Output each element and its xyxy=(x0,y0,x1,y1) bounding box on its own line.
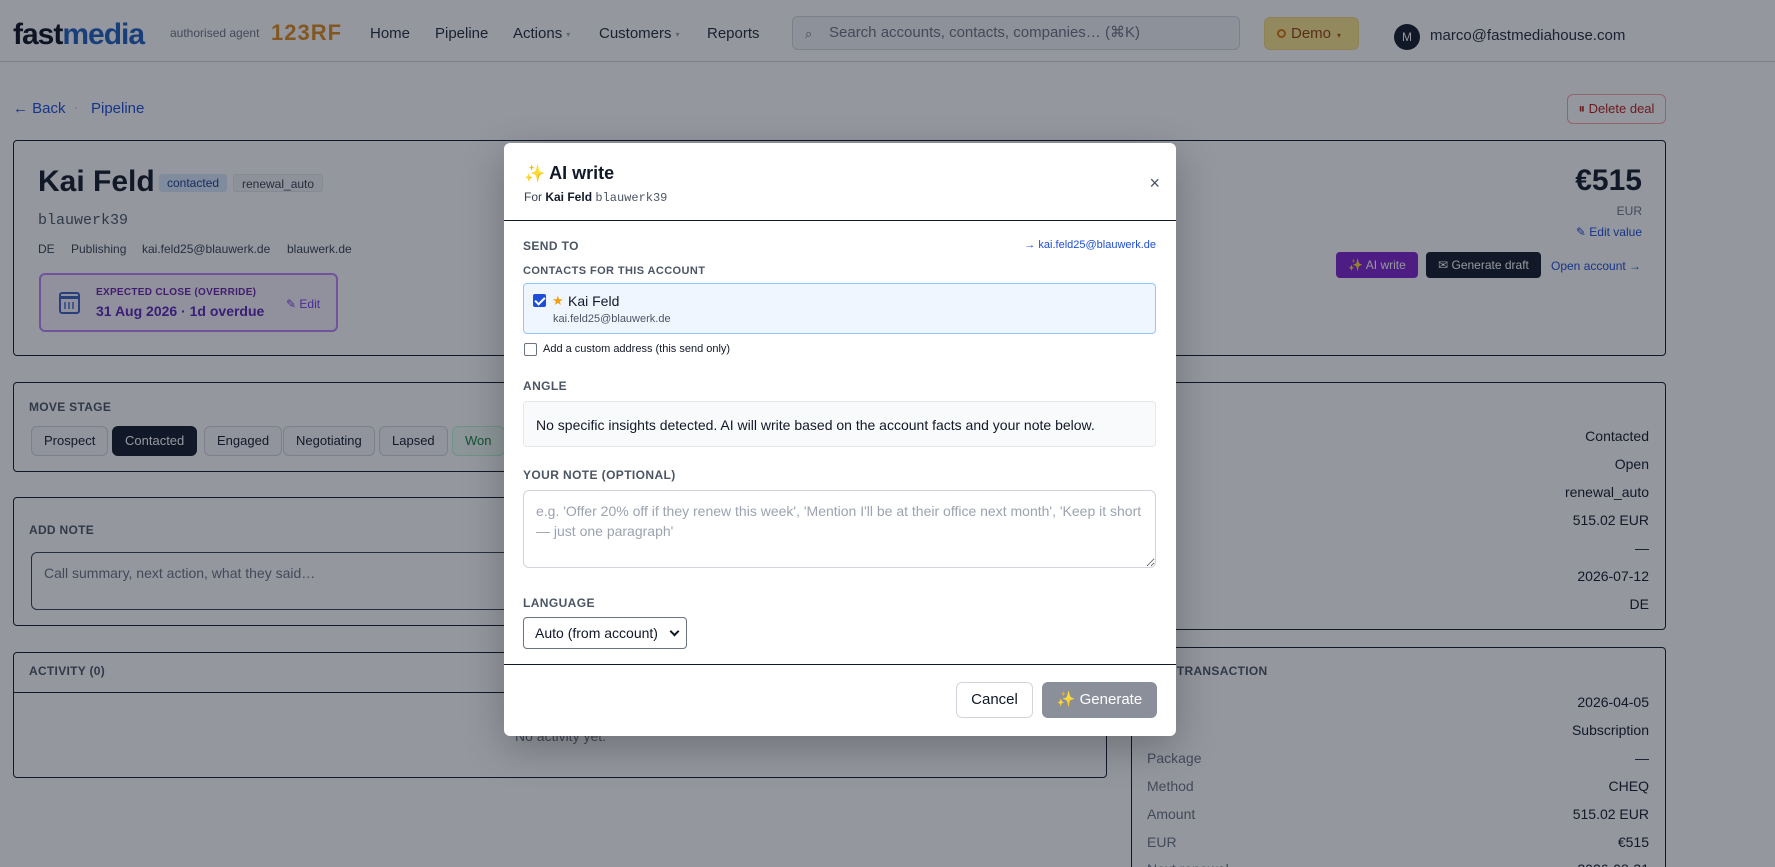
generate-button[interactable]: ✨ Generate xyxy=(1042,682,1157,718)
angle-text: No specific insights detected. AI will w… xyxy=(536,417,1095,433)
angle-info-box: No specific insights detected. AI will w… xyxy=(523,401,1156,447)
ai-write-modal: ✨ AI write For Kai Feld blauwerk39 × SEND… xyxy=(504,143,1176,736)
custom-address-label[interactable]: Add a custom address (this send only) xyxy=(543,343,730,355)
angle-label: ANGLE xyxy=(523,379,567,393)
cancel-button[interactable]: Cancel xyxy=(956,682,1033,718)
language-select[interactable]: Auto (from account) xyxy=(523,617,687,649)
close-icon[interactable]: × xyxy=(1149,173,1160,194)
contact-name: Kai Feld xyxy=(568,293,620,309)
send-to-label: SEND TO xyxy=(523,239,579,253)
note-textarea[interactable] xyxy=(523,490,1156,568)
send-to-recipient-link[interactable]: → kai.feld25@blauwerk.de xyxy=(1024,239,1156,251)
custom-address-checkbox[interactable] xyxy=(524,343,537,356)
chevron-down-icon xyxy=(669,626,680,637)
modal-subtitle: For Kai Feld blauwerk39 xyxy=(524,190,668,205)
primary-star-icon: ★ xyxy=(552,293,564,308)
contacts-label: CONTACTS FOR THIS ACCOUNT xyxy=(523,265,706,277)
language-label: LANGUAGE xyxy=(523,596,595,610)
contact-email: kai.feld25@blauwerk.de xyxy=(553,313,671,325)
sparkles-icon: ✨ xyxy=(524,164,546,183)
contact-checkbox[interactable] xyxy=(533,294,546,307)
modal-footer: Cancel ✨ Generate xyxy=(504,664,1176,736)
modal-header: ✨ AI write For Kai Feld blauwerk39 × xyxy=(504,143,1176,221)
note-label: YOUR NOTE (OPTIONAL) xyxy=(523,468,676,482)
modal-title: ✨ AI write xyxy=(524,163,615,183)
contact-option[interactable]: ★ Kai Feld kai.feld25@blauwerk.de xyxy=(523,283,1156,334)
